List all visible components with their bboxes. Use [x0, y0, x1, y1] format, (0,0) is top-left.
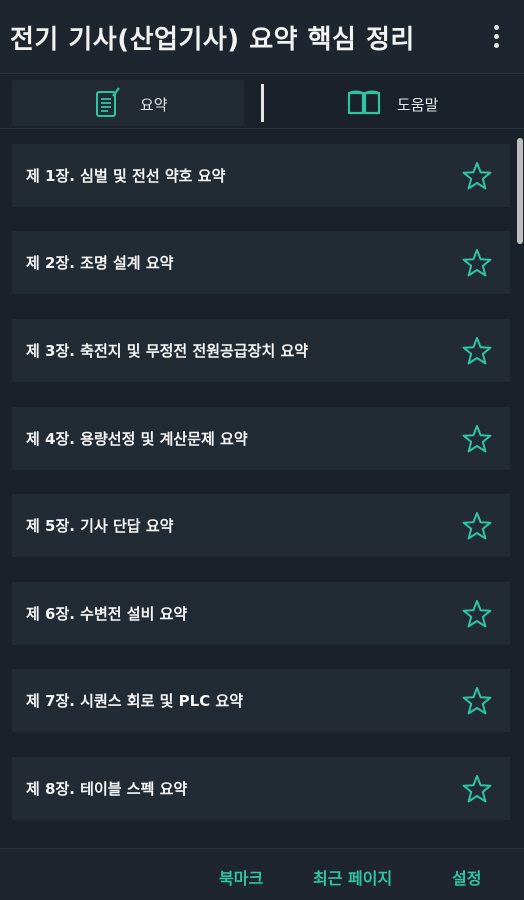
tab-divider: [261, 84, 264, 122]
chapter-title: 제 4장. 용량선정 및 계산문제 요약: [26, 430, 248, 448]
chapter-list[interactable]: 제 1장. 심벌 및 전선 약호 요약 제 2장. 조명 설계 요약 제 3장.…: [0, 128, 524, 848]
book-icon: [346, 89, 382, 121]
recent-page-link[interactable]: 최근 페이지: [313, 865, 392, 889]
chapter-title: 제 6장. 수변전 설비 요약: [26, 605, 188, 623]
chapter-row-7[interactable]: 제 7장. 시퀀스 회로 및 PLC 요약: [12, 669, 510, 732]
chapter-row-6[interactable]: 제 6장. 수변전 설비 요약: [12, 582, 510, 645]
app-screen: 전기 기사(산업기사) 요약 핵심 정리 요약 도움말 제 1장. 심벌 및 전…: [0, 0, 524, 900]
more-vert-icon[interactable]: [480, 20, 512, 52]
star-icon[interactable]: [461, 773, 493, 805]
tab-summary-label: 요약: [140, 96, 168, 114]
app-bar: 전기 기사(산업기사) 요약 핵심 정리: [0, 0, 524, 74]
chapter-row-8[interactable]: 제 8장. 테이블 스펙 요약: [12, 757, 510, 820]
star-icon[interactable]: [461, 160, 493, 192]
settings-link[interactable]: 설정: [452, 865, 481, 889]
chapter-title: 제 2장. 조명 설계 요약: [26, 254, 174, 272]
tab-help-label: 도움말: [397, 96, 439, 114]
chapter-title: 제 8장. 테이블 스펙 요약: [26, 780, 188, 798]
chapter-row-5[interactable]: 제 5장. 기사 단답 요약: [12, 494, 510, 557]
chapter-row-3[interactable]: 제 3장. 축전지 및 무정전 전원공급장치 요약: [12, 319, 510, 382]
chapter-title: 제 3장. 축전지 및 무정전 전원공급장치 요약: [26, 342, 309, 360]
chapter-title: 제 5장. 기사 단답 요약: [26, 517, 174, 535]
tab-help[interactable]: 도움말: [270, 80, 524, 126]
scrollbar-thumb[interactable]: [517, 138, 523, 244]
star-icon[interactable]: [461, 247, 493, 279]
app-title: 전기 기사(산업기사) 요약 핵심 정리: [10, 25, 415, 55]
star-icon[interactable]: [461, 685, 493, 717]
chapter-title: 제 7장. 시퀀스 회로 및 PLC 요약: [26, 692, 244, 710]
tab-summary[interactable]: 요약: [12, 80, 244, 126]
notepad-icon: [93, 87, 123, 123]
star-icon[interactable]: [461, 510, 493, 542]
chapter-row-4[interactable]: 제 4장. 용량선정 및 계산문제 요약: [12, 407, 510, 470]
star-icon[interactable]: [461, 335, 493, 367]
chapter-row-2[interactable]: 제 2장. 조명 설계 요약: [12, 231, 510, 294]
bookmark-link[interactable]: 북마크: [219, 865, 263, 889]
chapter-row-1[interactable]: 제 1장. 심벌 및 전선 약호 요약: [12, 144, 510, 207]
chapter-title: 제 1장. 심벌 및 전선 약호 요약: [26, 167, 226, 185]
star-icon[interactable]: [461, 423, 493, 455]
star-icon[interactable]: [461, 598, 493, 630]
bottom-nav: 북마크 최근 페이지 설정: [0, 848, 524, 900]
